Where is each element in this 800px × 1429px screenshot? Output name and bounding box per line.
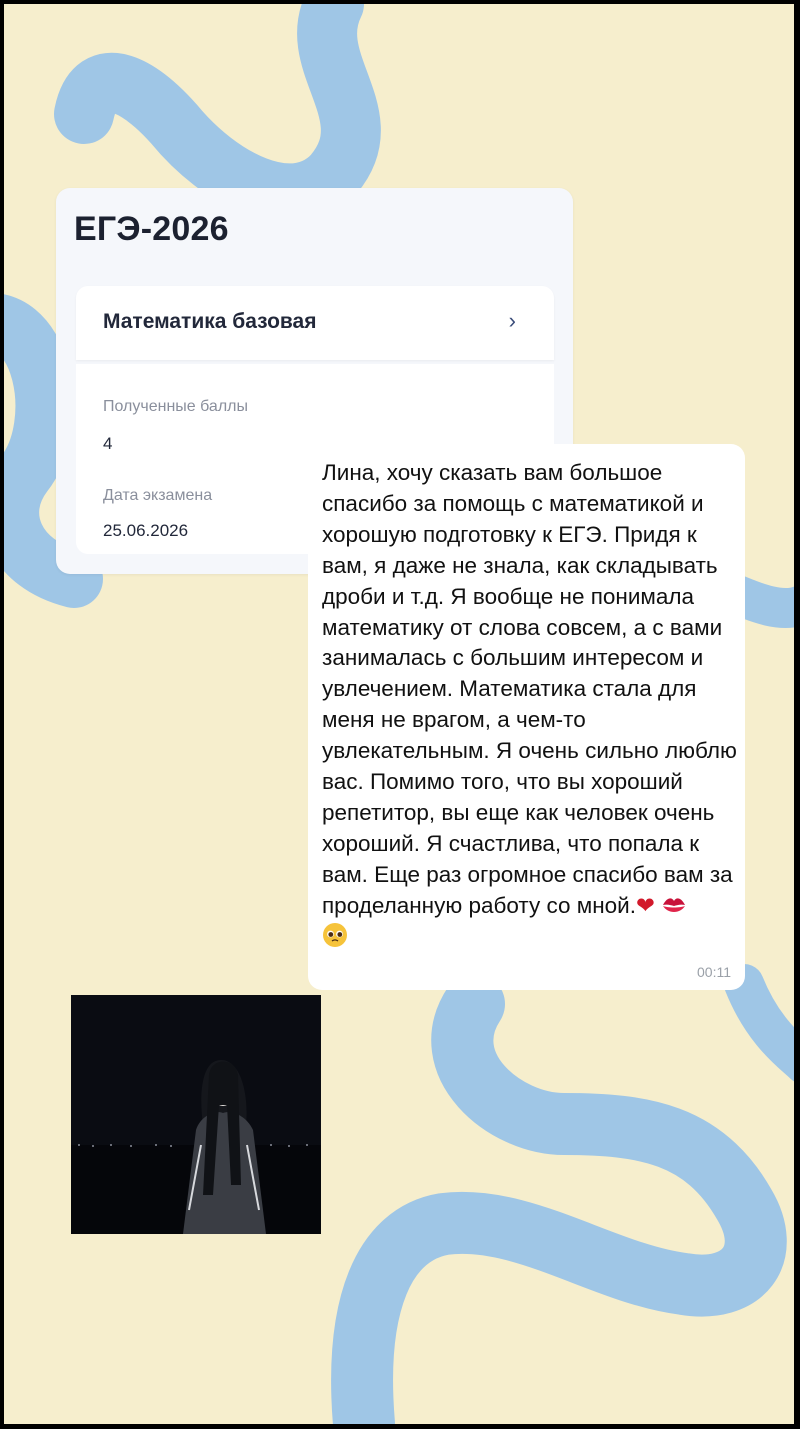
score-value: 4 [103,434,113,453]
subject-label: Математика базовая [103,310,317,333]
red-heart-icon: ❤ [635,892,655,918]
message-time: 00:11 [697,964,731,980]
screen: ЕГЭ-2026 Математика базовая › Полученные… [4,4,794,1424]
message-bubble: Лина, хочу сказать вам большое спасибо з… [308,444,745,990]
score-label: Полученные баллы [103,398,248,415]
message-text: Лина, хочу сказать вам большое спасибо з… [322,460,737,918]
message-body: Лина, хочу сказать вам большое спасибо з… [322,458,740,953]
subject-row[interactable]: Математика базовая › [76,286,554,360]
kiss-mark-icon [663,898,686,912]
exam-title: ЕГЭ-2026 [74,210,229,248]
student-photo [71,995,321,1234]
date-value: 25.06.2026 [103,521,189,540]
date-label: Дата экзамена [103,487,213,504]
chevron-right-icon: › [508,308,516,333]
pleading-face-icon [323,922,347,947]
